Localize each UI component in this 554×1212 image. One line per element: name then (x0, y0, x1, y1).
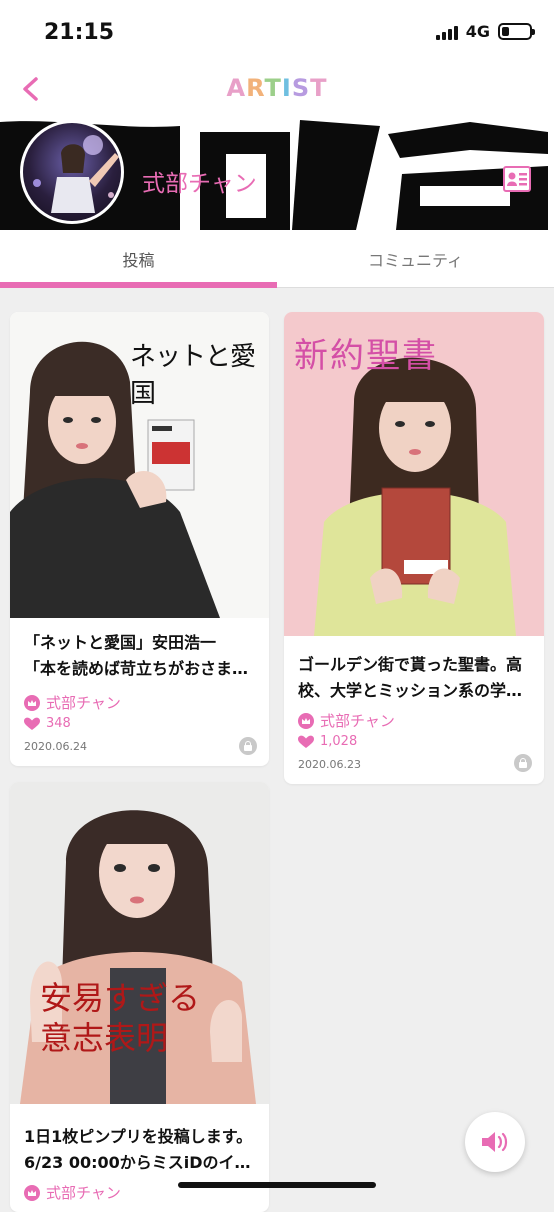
page-title-letter: T (310, 74, 328, 102)
crown-icon (298, 712, 314, 729)
tab-posts[interactable]: 投稿 (0, 230, 277, 288)
profile-header: 式部チャン (0, 114, 554, 230)
page-title-letter: A (226, 74, 247, 102)
profile-card-button[interactable] (502, 164, 532, 194)
battery-icon (498, 23, 535, 40)
post-date: 2020.06.23 (298, 758, 361, 771)
network-label: 4G (465, 22, 490, 41)
post-author[interactable]: 式部チャン (298, 710, 395, 731)
sound-toggle-button[interactable] (465, 1112, 525, 1172)
post-image-caption: ネットと愛国 (130, 342, 256, 409)
post-title-line2: 6/23 00:00からミスiDのイ… (24, 1153, 251, 1172)
post-title-line2: 校、大学とミッション系の学… (298, 681, 523, 700)
tab-bar: 投稿 コミュニティ (0, 230, 554, 288)
post-title-line2: 「本を読めば苛立ちがおさま… (24, 659, 249, 678)
speaker-icon (482, 1132, 508, 1152)
status-bar: 21:15 4G (0, 0, 554, 66)
post-card[interactable]: ネットと愛国 「ネットと愛国」安田浩一 「本を読めば苛立ちがおさま… 式部チャン… (10, 312, 269, 766)
post-author-name: 式部チャン (46, 694, 121, 712)
page-title-letter: T (264, 74, 282, 102)
heart-icon (24, 717, 40, 730)
nav-bar: ARTIST (0, 66, 554, 114)
tab-community[interactable]: コミュニティ (277, 230, 554, 288)
post-title: 1日1枚ピンプリを投稿します。 (24, 1127, 253, 1146)
lock-icon (239, 737, 257, 755)
artist-name: 式部チャン (142, 171, 257, 197)
post-author-name: 式部チャン (320, 712, 395, 730)
post-card[interactable]: 新約聖書 ゴールデン街で貰った聖書。高 校、大学とミッション系の学… 式部チャン… (284, 312, 544, 784)
post-likes[interactable]: 1,028 (298, 734, 357, 749)
post-likes-count: 348 (46, 716, 71, 731)
page-title-letter: S (291, 74, 311, 102)
crown-icon (24, 1184, 40, 1201)
crown-icon (24, 694, 40, 711)
page-title-letter: R (246, 74, 265, 102)
status-indicators: 4G (435, 22, 535, 41)
post-image-caption: 安易すぎる意志表明 (40, 979, 201, 1057)
artist-avatar[interactable] (20, 120, 124, 224)
post-date: 2020.06.24 (24, 740, 87, 753)
page-title-letter: I (281, 74, 292, 102)
post-title: ゴールデン街で貰った聖書。高 (298, 655, 523, 674)
post-title: 「ネットと愛国」安田浩一 (24, 633, 217, 652)
page-title: ARTIST (0, 74, 554, 102)
post-image-caption: 新約聖書 (294, 336, 438, 376)
post-likes-count: 1,028 (320, 734, 358, 749)
heart-icon (298, 735, 314, 748)
post-card[interactable]: 安易すぎる意志表明 1日1枚ピンプリを投稿します。 6/23 00:00からミス… (10, 782, 269, 1212)
home-indicator[interactable] (178, 1182, 376, 1188)
lock-icon (514, 754, 532, 772)
post-likes[interactable]: 348 (24, 716, 71, 731)
status-time: 21:15 (44, 20, 115, 45)
signal-icon (435, 24, 458, 40)
tab-active-indicator (0, 282, 277, 288)
post-author[interactable]: 式部チャン (24, 692, 121, 713)
